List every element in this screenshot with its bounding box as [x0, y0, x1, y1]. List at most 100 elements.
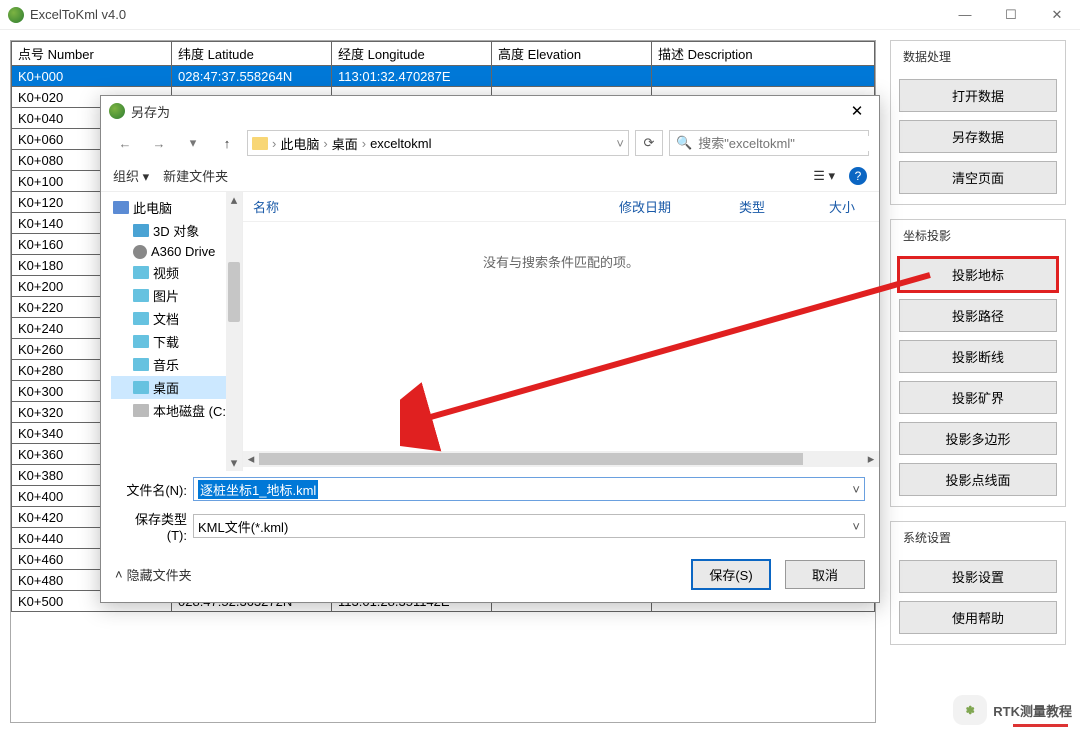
col-size[interactable]: 大小: [829, 197, 869, 216]
table-header[interactable]: 高度 Elevation: [492, 42, 652, 66]
tree-item[interactable]: 图片: [111, 284, 242, 307]
breadcrumb[interactable]: › 此电脑 › 桌面 › exceltokml ˅: [247, 130, 629, 156]
tree-label: 桌面: [153, 378, 179, 397]
save-data-button[interactable]: 另存数据: [899, 120, 1057, 153]
scroll-thumb[interactable]: [228, 262, 240, 322]
chevron-down-icon[interactable]: ˅: [616, 136, 624, 151]
hide-folders-toggle[interactable]: ˄ 隐藏文件夹: [115, 565, 192, 584]
clear-page-button[interactable]: 清空页面: [899, 161, 1057, 194]
scroll-down-icon[interactable]: ▾: [226, 455, 242, 471]
scroll-left-icon[interactable]: ◂: [243, 451, 259, 467]
scroll-right-icon[interactable]: ▸: [863, 451, 879, 467]
dialog-icon: [109, 103, 125, 119]
minimize-button[interactable]: —: [942, 0, 988, 30]
filename-value: 逐桩坐标1_地标.kml: [198, 480, 318, 499]
tree-item[interactable]: 本地磁盘 (C:): [111, 399, 242, 422]
new-folder-button[interactable]: 新建文件夹: [163, 166, 228, 185]
folder-tree[interactable]: 此电脑3D 对象A360 Drive视频图片文档下载音乐桌面本地磁盘 (C:) …: [101, 192, 243, 471]
group-title: 系统设置: [899, 529, 955, 546]
project-polygon-button[interactable]: 投影多边形: [899, 422, 1057, 455]
tree-label: 视频: [153, 263, 179, 282]
chevron-down-icon[interactable]: ˅: [852, 482, 860, 497]
table-header[interactable]: 描述 Description: [652, 42, 875, 66]
tree-label: 音乐: [153, 355, 179, 374]
tree-item[interactable]: 此电脑: [111, 196, 242, 219]
nav-recent-icon[interactable]: ▾: [179, 130, 207, 156]
tree-item[interactable]: 桌面: [111, 376, 242, 399]
watermark-icon: ✽: [953, 695, 987, 725]
help-icon[interactable]: ?: [849, 167, 867, 185]
table-header[interactable]: 纬度 Latitude: [172, 42, 332, 66]
tree-item[interactable]: 文档: [111, 307, 242, 330]
project-breakline-button[interactable]: 投影断线: [899, 340, 1057, 373]
scroll-up-icon[interactable]: ▴: [226, 192, 242, 208]
tree-label: 文档: [153, 309, 179, 328]
chevron-up-icon: ˄: [115, 567, 123, 582]
search-box[interactable]: 🔍: [669, 130, 869, 156]
app-icon: [8, 7, 24, 23]
breadcrumb-item[interactable]: 此电脑: [280, 134, 319, 153]
h-scrollbar[interactable]: ◂ ▸: [243, 451, 879, 467]
save-button[interactable]: 保存(S): [691, 559, 771, 590]
close-button[interactable]: ✕: [1034, 0, 1080, 30]
filename-label: 文件名(N):: [115, 480, 193, 499]
folder-icon: [133, 289, 149, 302]
tree-item[interactable]: 音乐: [111, 353, 242, 376]
group-title: 坐标投影: [899, 227, 955, 244]
filename-input[interactable]: 逐桩坐标1_地标.kml ˅: [193, 477, 865, 501]
tree-item[interactable]: 3D 对象: [111, 219, 242, 242]
chevron-right-icon[interactable]: ›: [272, 136, 276, 151]
nav-up-icon[interactable]: ↑: [213, 130, 241, 156]
tree-label: 下载: [153, 332, 179, 351]
help-button[interactable]: 使用帮助: [899, 601, 1057, 634]
breadcrumb-item[interactable]: exceltokml: [370, 136, 431, 151]
tree-item[interactable]: A360 Drive: [111, 242, 242, 261]
folder-icon: [133, 312, 149, 325]
organize-button[interactable]: 组织 ▾: [113, 166, 149, 185]
table-header[interactable]: 经度 Longitude: [332, 42, 492, 66]
tree-item[interactable]: 下载: [111, 330, 242, 353]
dialog-close-button[interactable]: ✕: [843, 102, 871, 120]
tree-label: 3D 对象: [153, 221, 199, 240]
group-data: 数据处理 打开数据 另存数据 清空页面: [890, 40, 1066, 205]
tree-label: 此电脑: [133, 198, 172, 217]
filetype-label: 保存类型(T):: [115, 509, 193, 543]
group-system: 系统设置 投影设置 使用帮助: [890, 521, 1066, 645]
col-name[interactable]: 名称: [253, 197, 619, 216]
chevron-right-icon[interactable]: ›: [323, 136, 327, 151]
nav-forward-icon: →: [145, 130, 173, 156]
chevron-right-icon[interactable]: ›: [362, 136, 366, 151]
maximize-button[interactable]: ☐: [988, 0, 1034, 30]
project-pointlineface-button[interactable]: 投影点线面: [899, 463, 1057, 496]
scroll-thumb[interactable]: [259, 453, 803, 465]
folder-icon: [133, 381, 149, 394]
empty-message: 没有与搜索条件匹配的项。: [243, 222, 879, 451]
col-type[interactable]: 类型: [739, 197, 829, 216]
search-input[interactable]: [698, 136, 874, 151]
folder-icon: [133, 404, 149, 417]
open-data-button[interactable]: 打开数据: [899, 79, 1057, 112]
project-placemark-button[interactable]: 投影地标: [899, 258, 1057, 291]
breadcrumb-item[interactable]: 桌面: [332, 134, 358, 153]
col-date[interactable]: 修改日期: [619, 197, 739, 216]
filetype-select[interactable]: KML文件(*.kml) ˅: [193, 514, 865, 538]
projection-settings-button[interactable]: 投影设置: [899, 560, 1057, 593]
table-row[interactable]: K0+000028:47:37.558264N113:01:32.470287E: [12, 66, 875, 87]
project-path-button[interactable]: 投影路径: [899, 299, 1057, 332]
dialog-title: 另存为: [131, 102, 843, 121]
tree-scrollbar[interactable]: ▴ ▾: [226, 192, 242, 471]
filetype-value: KML文件(*.kml): [198, 517, 288, 536]
chevron-down-icon[interactable]: ˅: [852, 519, 860, 534]
watermark: ✽ RTK测量教程: [953, 695, 1072, 725]
view-button[interactable]: ☰ ▾: [813, 168, 835, 184]
project-mine-button[interactable]: 投影矿界: [899, 381, 1057, 414]
table-header[interactable]: 点号 Number: [12, 42, 172, 66]
folder-icon: [133, 245, 147, 259]
cancel-button[interactable]: 取消: [785, 560, 865, 589]
tree-label: 图片: [153, 286, 179, 305]
nav-back-icon[interactable]: ←: [111, 130, 139, 156]
refresh-icon[interactable]: ⟳: [635, 130, 663, 156]
folder-icon: [252, 137, 268, 150]
tree-item[interactable]: 视频: [111, 261, 242, 284]
file-list[interactable]: 名称 修改日期 类型 大小 没有与搜索条件匹配的项。 ◂ ▸: [243, 192, 879, 471]
